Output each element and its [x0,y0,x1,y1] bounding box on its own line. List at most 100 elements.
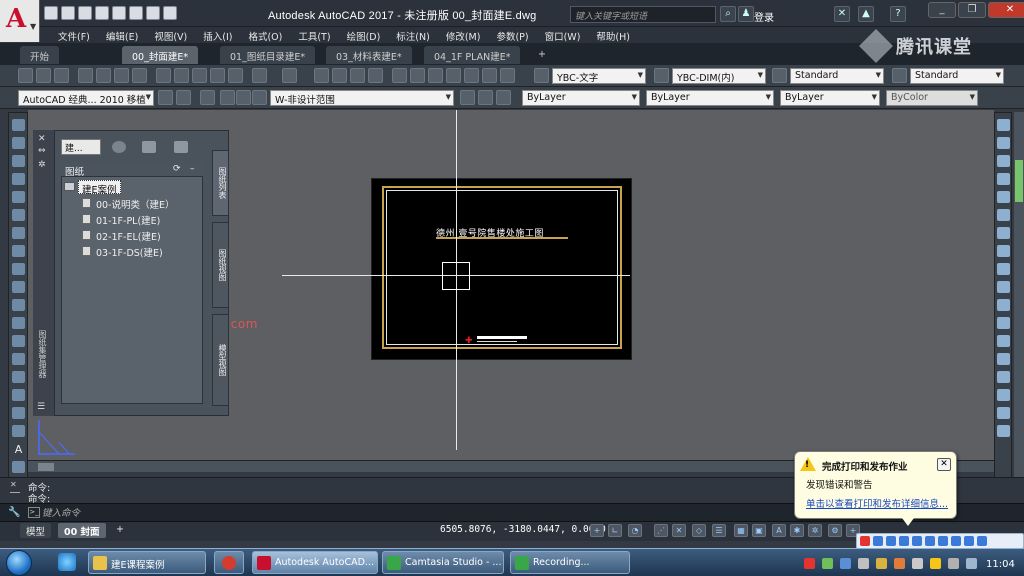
hatch-icon[interactable] [12,371,25,383]
spline-icon[interactable] [12,263,25,275]
new-file-icon[interactable] [44,6,58,20]
properties-icon[interactable] [392,68,407,83]
customize-icon[interactable] [176,90,191,105]
transparency-icon[interactable]: ▦ [734,524,748,537]
add-selected-icon[interactable] [12,461,25,473]
file-tab-0[interactable]: 开始 [20,46,60,64]
ime-tools-icon[interactable] [977,536,987,546]
menu-item-0[interactable]: 文件(F) [50,27,98,43]
annotation-icon[interactable]: A [772,524,786,537]
multileader-style-icon[interactable] [892,68,907,83]
ime-punct-icon[interactable] [886,536,896,546]
plot-icon[interactable] [78,68,93,83]
make-object-layer-current-icon[interactable] [460,90,475,105]
publish-icon[interactable] [142,141,156,153]
sheet-set-status-icon[interactable] [112,141,126,153]
revision-cloud-icon[interactable] [12,245,25,257]
quickcalc-icon[interactable] [482,68,497,83]
restore-button[interactable]: ❐ [958,2,986,18]
command-input[interactable]: 键入命令 [42,505,842,519]
close-icon[interactable]: ✕ [38,134,46,144]
menu-item-3[interactable]: 插入(I) [195,27,240,43]
rectangle-icon[interactable] [12,191,25,203]
help-icon[interactable] [500,68,515,83]
tab-model[interactable]: 模型 [20,523,52,538]
menu-item-8[interactable]: 修改(M) [438,27,489,43]
workspace-select[interactable]: AutoCAD 经典... 2010 移植 [18,90,154,106]
taskbar-item-recording[interactable]: Recording... [510,551,630,574]
minimize-button[interactable]: _ [928,2,956,18]
stretch-icon[interactable] [997,263,1010,275]
sheet-item-3[interactable]: 03-1F-DS(建E) [96,245,163,259]
ime-user-icon[interactable] [951,536,961,546]
tab-layout-cover[interactable]: 00 封面 [58,523,106,538]
move-icon[interactable] [997,209,1010,221]
taskbar-item-autocad[interactable]: Autodesk AutoCAD... [252,551,378,574]
insert-block-icon[interactable] [12,317,25,329]
palette-menu-icon[interactable]: ☰ [37,402,49,412]
object-snap-tracking-icon[interactable]: ✕ [672,524,686,537]
break-icon[interactable] [997,317,1010,329]
ellipse-icon[interactable] [12,281,25,293]
copy-object-icon[interactable] [997,137,1010,149]
volume-icon[interactable] [948,558,959,569]
mirror-icon[interactable] [997,155,1010,167]
save-icon[interactable] [78,6,92,20]
explode-icon[interactable] [997,407,1010,419]
isometric-icon[interactable]: ⋰ [654,524,668,537]
new-tab-button[interactable]: + [534,46,550,64]
menu-item-9[interactable]: 参数(P) [488,27,536,43]
cut-icon[interactable] [156,68,171,83]
tray-app-icon[interactable] [858,558,869,569]
extend-icon[interactable] [997,299,1010,311]
blend-icon[interactable] [997,389,1010,401]
start-button[interactable] [6,550,32,576]
binoculars-icon[interactable]: ⌕ [720,6,736,22]
match-properties-icon[interactable] [210,68,225,83]
object-snap-icon[interactable]: ◇ [692,524,706,537]
tab-sheet-views[interactable]: 图纸视图 [212,222,229,308]
erase-icon[interactable] [997,119,1010,131]
redo-icon[interactable] [282,68,297,83]
zoom-realtime-icon[interactable] [332,68,347,83]
plot-style-select[interactable]: ByColor [886,90,978,106]
collapse-icon[interactable]: – [190,164,195,174]
sheet-item-1[interactable]: 01-1F-PL(建E) [96,213,160,227]
multiline-text-icon[interactable]: A [12,443,25,456]
pan-icon[interactable] [314,68,329,83]
taskbar-item-app[interactable] [214,551,244,574]
open-file-icon[interactable] [61,6,75,20]
notification-close-button[interactable]: ✕ [937,458,951,471]
coordinate-readout[interactable]: 6505.8076, -3180.0447, 0.0000 [440,524,606,535]
selection-cycling-icon[interactable]: ▣ [752,524,766,537]
table-style-icon[interactable] [772,68,787,83]
menu-item-1[interactable]: 编辑(E) [98,27,146,43]
ime-mode-icon[interactable] [873,536,883,546]
layer-properties-icon[interactable] [200,90,215,105]
user-icon[interactable]: ♟ [738,6,754,22]
workspace-icon[interactable] [163,6,177,20]
3d-print-icon[interactable] [132,68,147,83]
copy-icon[interactable] [174,68,189,83]
exchange-icon[interactable]: ✕ [834,6,850,22]
construction-line-icon[interactable] [12,137,25,149]
sheet-set-root[interactable]: 建E案例 [78,180,121,196]
refresh-icon[interactable]: ⟳ [173,164,181,174]
tray-app-icon[interactable] [840,558,851,569]
file-tab-4[interactable]: 04_1F PLAN建E* [424,46,521,64]
close-icon[interactable]: ✕ [10,480,17,489]
application-menu-button[interactable]: A ▼ [0,0,40,42]
scrollbar-thumb[interactable] [1015,160,1023,202]
wrench-icon[interactable]: 🔧 [8,507,20,518]
trim-icon[interactable] [997,281,1010,293]
polyline-icon[interactable] [12,155,25,167]
make-block-icon[interactable] [12,335,25,347]
redo-icon[interactable] [129,6,143,20]
edit-polyline-icon[interactable] [997,425,1010,437]
sheet-item-2[interactable]: 02-1F-EL(建E) [96,229,161,243]
layer-freeze-icon[interactable] [236,90,251,105]
zoom-previous-icon[interactable] [368,68,383,83]
taskbar-item-folder[interactable]: 建E课程案例 [88,551,206,574]
layer-lock-icon[interactable] [252,90,267,105]
close-button[interactable]: ✕ [988,2,1024,18]
